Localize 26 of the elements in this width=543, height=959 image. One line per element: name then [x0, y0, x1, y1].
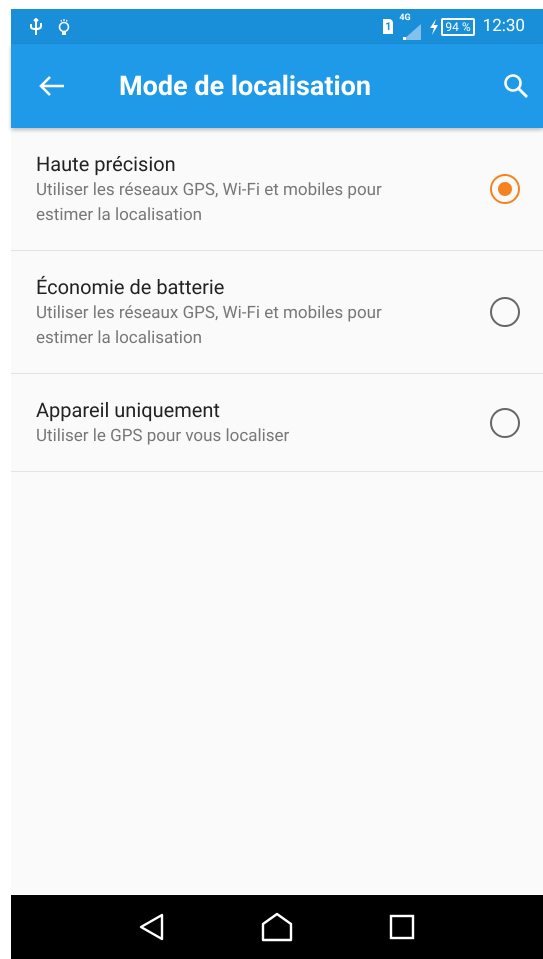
radio-button[interactable]: [490, 408, 520, 438]
sim-icon: 1: [383, 19, 394, 34]
option-summary: Utiliser le GPS pour vous localiser: [36, 425, 290, 448]
battery-indicator: 94 %: [441, 18, 475, 36]
charging-icon: [429, 18, 440, 34]
network-type: 4G: [399, 12, 411, 24]
option-title: Économie de batterie: [36, 274, 226, 301]
back-icon[interactable]: [139, 913, 165, 941]
screen-title: Mode de localisation: [119, 68, 372, 104]
recents-icon[interactable]: [389, 914, 415, 940]
radio-button[interactable]: [490, 297, 520, 327]
back-arrow-icon[interactable]: [39, 75, 65, 97]
location-mode-option[interactable]: Appareil uniquement Utiliser le GPS pour vous localiser: [11, 374, 543, 472]
option-summary: Utiliser les réseaux GPS, Wi-Fi et mobiles pour estimer la localisation: [36, 179, 383, 227]
location-mode-option[interactable]: Haute précision Utiliser les réseaux GPS, Wi-Fi et mobiles pour estimer la localisation: [11, 128, 543, 251]
option-title: Haute précision: [36, 151, 177, 178]
home-icon[interactable]: [261, 912, 293, 942]
signal-icon: [401, 24, 422, 40]
radio-button[interactable]: [490, 174, 520, 204]
clock: 12:30: [482, 14, 525, 38]
usb-icon: [29, 18, 43, 36]
lightbulb-icon: [57, 18, 71, 36]
option-summary: Utiliser les réseaux GPS, Wi-Fi et mobiles pour estimer la localisation: [36, 302, 383, 350]
option-title: Appareil uniquement: [36, 397, 221, 424]
location-mode-option[interactable]: Économie de batterie Utiliser les réseaux GPS, Wi-Fi et mobiles pour estimer la localisation: [11, 251, 543, 374]
search-icon[interactable]: [503, 73, 529, 99]
